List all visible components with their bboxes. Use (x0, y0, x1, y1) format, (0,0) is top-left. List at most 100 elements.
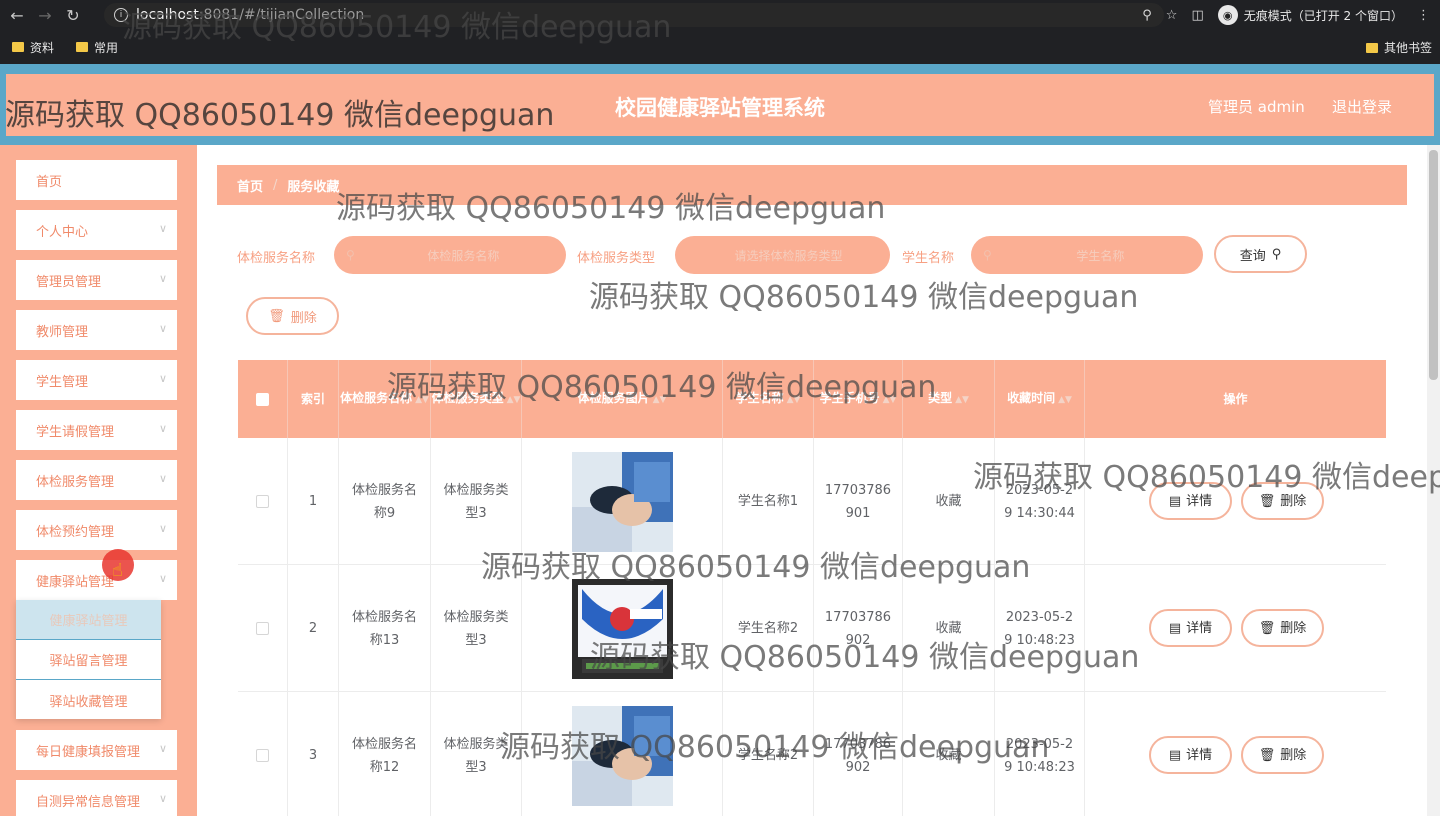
actions-cell: ▤ 详情 🗑 删除 (1085, 565, 1386, 692)
forward-icon[interactable]: → (34, 4, 56, 26)
query-button[interactable]: 查询 ⚲ (1214, 235, 1307, 273)
row-checkbox[interactable] (256, 622, 269, 635)
delete-button[interactable]: 🗑 删除 (1241, 482, 1324, 520)
breadcrumb: 首页 / 服务收藏 (217, 165, 1407, 205)
back-icon[interactable]: ← (6, 4, 28, 26)
service-name-cell: 体检服务名称9 (339, 438, 431, 565)
detail-button[interactable]: ▤ 详情 (1149, 736, 1232, 774)
address-bar[interactable]: i localhost:8081/#/tijianCollection (104, 3, 1164, 27)
sidebar-item-label: 每日健康填报管理 (36, 744, 141, 760)
select-all-checkbox[interactable] (256, 392, 269, 406)
sidebar-item-station[interactable]: 健康驿站管理 ∨ (16, 560, 177, 600)
service-thumbnail[interactable] (571, 451, 673, 552)
service-type-select[interactable]: 请选择体检服务类型 (675, 236, 890, 274)
chevron-down-icon: ∨ (158, 272, 167, 285)
sort-icon[interactable]: ▲▼ (883, 395, 897, 405)
hand-cursor-icon: ☝ (112, 560, 123, 581)
delete-label: 删除 (1280, 493, 1307, 509)
sidebar-item-label: 个人中心 (36, 224, 89, 240)
browser-actions: ⚲ ☆ ◫ ◉ 无痕模式（已打开 2 个窗口） ⋮ (1142, 4, 1430, 26)
student-name-input[interactable]: ⚲ 学生名称 (971, 236, 1203, 274)
detail-button[interactable]: ▤ 详情 (1149, 609, 1232, 647)
sidebar-item-admin[interactable]: 管理员管理 ∨ (16, 260, 177, 300)
th-service-image[interactable]: 体检服务图片 ▲▼ (522, 360, 723, 438)
chevron-down-icon: ∨ (158, 422, 167, 435)
service-name-cell: 体检服务名称12 (339, 692, 431, 816)
sidebar-item-student[interactable]: 学生管理 ∨ (16, 360, 177, 400)
reload-icon[interactable]: ↻ (62, 4, 84, 26)
table-row: 2 体检服务名称13 体检服务类型3 学生名称2 17703786902 收藏 2023-0… (238, 565, 1386, 692)
th-service-name[interactable]: 体检服务名称 ▲▼ (339, 360, 431, 438)
th-kind[interactable]: 类型 ▲▼ (903, 360, 995, 438)
th-service-type[interactable]: 体检服务类型 ▲▼ (431, 360, 522, 438)
sidebar-item-teacher[interactable]: 教师管理 ∨ (16, 310, 177, 350)
trash-icon: 🗑 (268, 308, 285, 324)
service-image-cell (522, 438, 723, 565)
sidebar-item-service[interactable]: 体检服务管理 ∨ (16, 460, 177, 500)
row-checkbox[interactable] (256, 749, 269, 762)
sidepanel-icon[interactable]: ◫ (1191, 8, 1203, 23)
incognito-icon: ◉ (1217, 5, 1238, 25)
bookmark-folder[interactable]: 资料 (12, 39, 54, 56)
other-bookmarks-label: 其他书签 (1383, 41, 1432, 55)
logout-link[interactable]: 退出登录 (1332, 96, 1392, 117)
url-path: :8081/#/tijianCollection (198, 7, 365, 23)
sidebar-item-home[interactable]: 首页 (16, 160, 177, 200)
sort-icon[interactable]: ▲▼ (507, 395, 521, 405)
sort-icon[interactable]: ▲▼ (653, 395, 667, 405)
th-student-name[interactable]: 学生名称 ▲▼ (723, 360, 814, 438)
delete-button[interactable]: 🗑 删除 (1241, 736, 1324, 774)
sidebar-item-appointment[interactable]: 体检预约管理 ∨ (16, 510, 177, 550)
delete-button[interactable]: 🗑 删除 (1241, 609, 1324, 647)
bookmark-folder[interactable]: 常用 (76, 39, 118, 56)
th-actions: 操作 (1085, 360, 1386, 438)
sidebar-item-daily-report[interactable]: 每日健康填报管理 ∨ (16, 730, 177, 770)
th-actions-label: 操作 (1223, 392, 1248, 406)
row-checkbox[interactable] (256, 495, 269, 508)
scrollbar-thumb[interactable] (1429, 150, 1438, 380)
service-type-value: 体检服务类型3 (443, 736, 509, 775)
key-icon[interactable]: ⚲ (1142, 8, 1152, 23)
url-host: localhost (136, 7, 199, 23)
sort-icon[interactable]: ▲▼ (415, 395, 429, 405)
star-icon[interactable]: ☆ (1166, 8, 1178, 23)
submenu-item-collections[interactable]: 驿站收藏管理 (16, 680, 161, 720)
kind-cell: 收藏 (903, 438, 995, 565)
batch-delete-button[interactable]: 🗑 删除 (246, 297, 339, 335)
detail-button[interactable]: ▤ 详情 (1149, 482, 1232, 520)
sort-icon[interactable]: ▲▼ (787, 395, 801, 405)
sidebar-item-abnormal[interactable]: 自测异常信息管理 ∨ (16, 780, 177, 816)
chevron-down-icon: ∨ (158, 322, 167, 335)
trash-icon: 🗑 (1258, 493, 1276, 509)
other-bookmarks[interactable]: 其他书签 (1365, 39, 1432, 56)
service-name-input[interactable]: ⚲ 体检服务名称 (334, 236, 566, 274)
service-name-value: 体检服务名称12 (351, 736, 417, 775)
sort-icon[interactable]: ▲▼ (1058, 395, 1072, 405)
sort-icon[interactable]: ▲▼ (955, 395, 969, 405)
menu-icon[interactable]: ⋮ (1417, 8, 1430, 23)
th-collect-time[interactable]: 收藏时间 ▲▼ (995, 360, 1085, 438)
th-kind-label: 类型 (928, 391, 953, 405)
student-phone-value: 17703786901 (824, 482, 892, 521)
sidebar-item-profile[interactable]: 个人中心 ∨ (16, 210, 177, 250)
student-name-cell: 学生名称2 (723, 692, 814, 816)
search-icon: ⚲ (983, 248, 992, 262)
table-row: 1 体检服务名称9 体检服务类型3 学生名称1 17703786901 收藏 2023-05… (238, 438, 1386, 565)
site-info-icon[interactable]: i (114, 8, 128, 22)
breadcrumb-home[interactable]: 首页 (237, 176, 263, 195)
service-name-label: 体检服务名称 (237, 251, 316, 266)
index-cell: 3 (288, 692, 339, 816)
student-name-value: 学生名称2 (737, 621, 799, 636)
service-thumbnail[interactable] (571, 578, 673, 679)
query-label: 查询 (1239, 248, 1266, 264)
th-student-phone[interactable]: 学生手机号 ▲▼ (814, 360, 903, 438)
chevron-down-icon: ∨ (158, 792, 167, 805)
incognito-indicator[interactable]: ◉ 无痕模式（已打开 2 个窗口） (1217, 5, 1403, 25)
student-name-cell: 学生名称1 (723, 438, 814, 565)
submenu-item-station[interactable]: 健康驿站管理 (16, 600, 161, 640)
service-type-cell: 体检服务类型3 (431, 692, 522, 816)
table-header: 索引 体检服务名称 ▲▼ 体检服务类型 ▲▼ 体检服务图片 ▲▼ 学生名称 ▲▼ 学生手… (238, 360, 1386, 438)
service-thumbnail[interactable] (571, 705, 673, 806)
sidebar-item-leave[interactable]: 学生请假管理 ∨ (16, 410, 177, 450)
submenu-item-messages[interactable]: 驿站留言管理 (16, 640, 161, 680)
